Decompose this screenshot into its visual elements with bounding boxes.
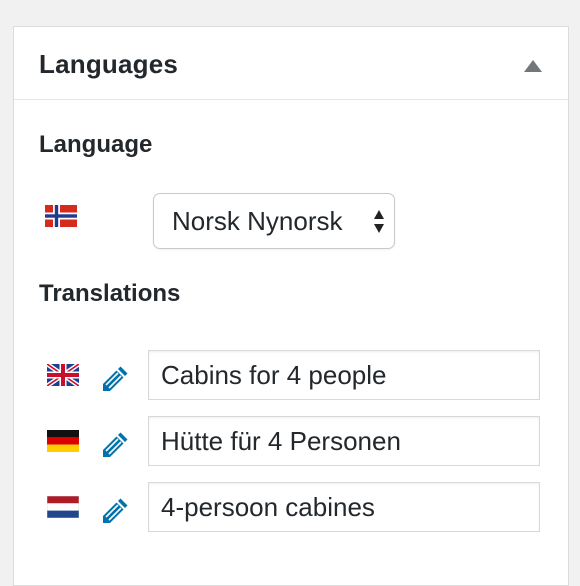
panel-header: Languages: [14, 27, 568, 100]
norway-flag-icon: [45, 205, 77, 227]
triangle-up-icon[interactable]: [523, 59, 543, 73]
languages-panel: Languages Language Norsk Nynorsk Transla…: [13, 26, 569, 586]
translation-input-de[interactable]: Hütte für 4 Personen: [148, 416, 540, 466]
panel-title: Languages: [39, 49, 179, 79]
translations-label: Translations: [39, 280, 181, 307]
translation-input-en[interactable]: Cabins for 4 people: [148, 350, 540, 400]
translation-input-nl[interactable]: 4-persoon cabines: [148, 482, 540, 532]
language-select-value: Norsk Nynorsk: [172, 206, 343, 236]
germany-flag-icon: [47, 430, 79, 452]
pencil-icon[interactable]: [100, 364, 130, 394]
uk-flag-icon: [47, 364, 79, 386]
netherlands-flag-icon: [47, 496, 79, 518]
select-arrows-icon: [374, 210, 384, 233]
pencil-icon[interactable]: [100, 496, 130, 526]
language-select[interactable]: Norsk Nynorsk: [153, 193, 395, 249]
language-label: Language: [39, 131, 153, 158]
pencil-icon[interactable]: [100, 430, 130, 460]
